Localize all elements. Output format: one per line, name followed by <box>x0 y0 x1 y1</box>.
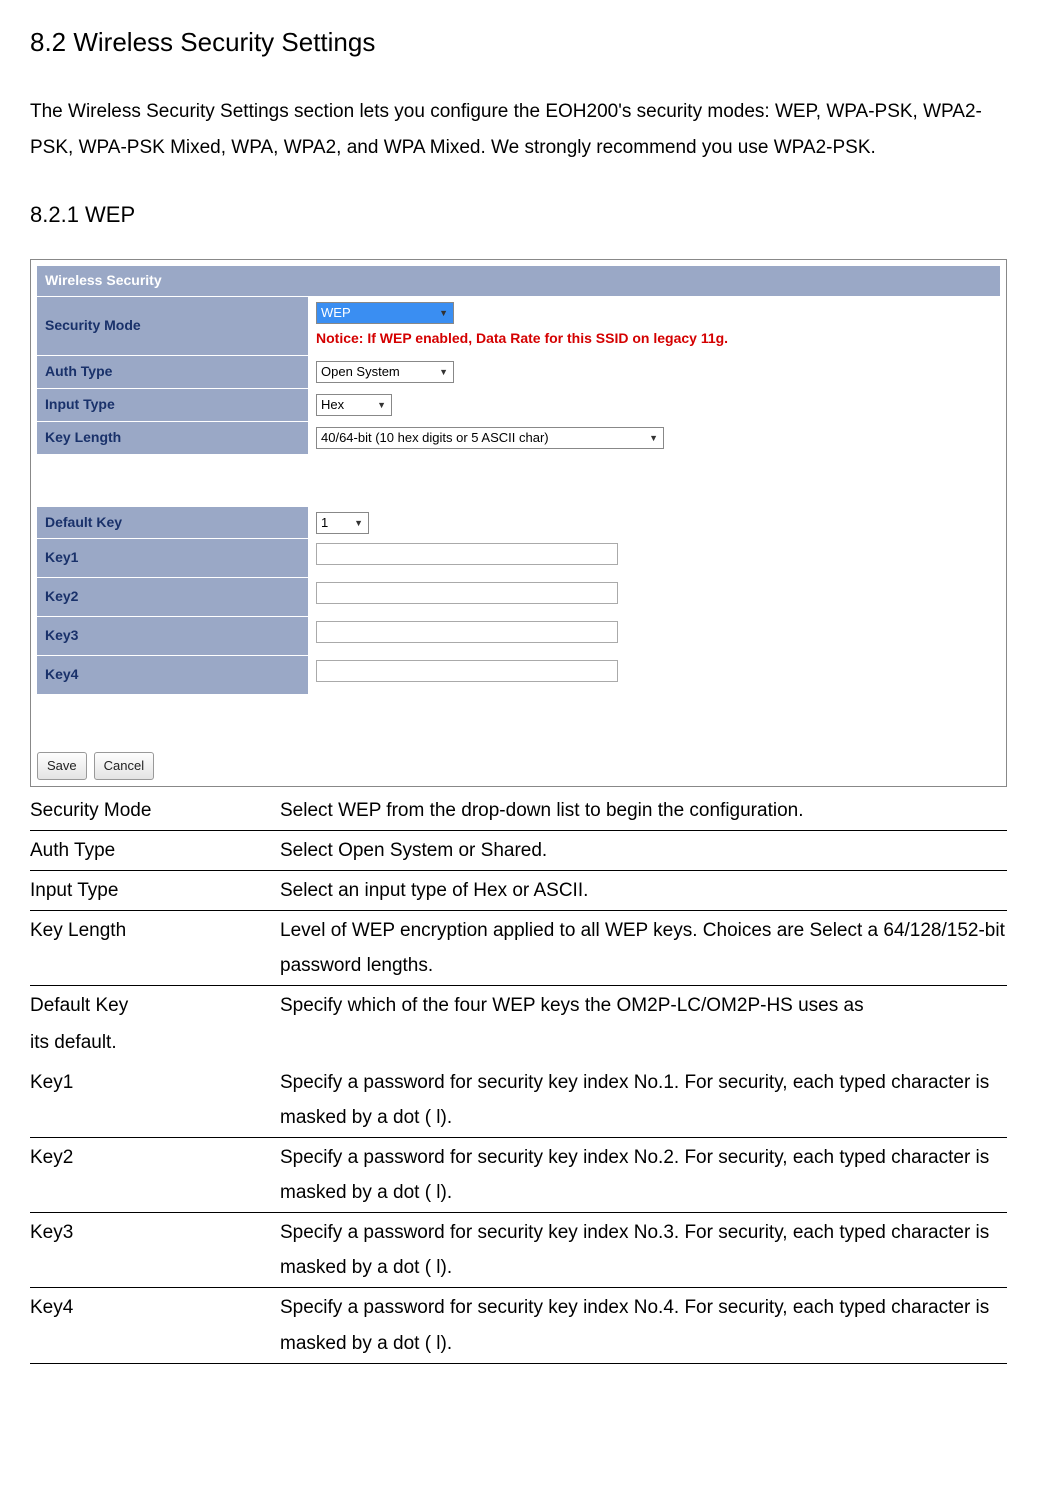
desc-auth-type-term: Auth Type <box>30 830 280 870</box>
input-type-label: Input Type <box>37 388 308 421</box>
panel-header-row: Wireless Security <box>37 266 1000 296</box>
auth-type-select[interactable]: Open System <box>316 361 454 383</box>
key1-label: Key1 <box>37 539 308 578</box>
desc-key1-text: Specify a password for security key inde… <box>280 1063 1007 1138</box>
key1-input[interactable] <box>316 543 618 565</box>
key4-input[interactable] <box>316 660 618 682</box>
key3-label: Key3 <box>37 616 308 655</box>
wep-notice: Notice: If WEP enabled, Data Rate for th… <box>316 327 728 351</box>
default-key-label: Default Key <box>37 507 308 539</box>
key-length-label: Key Length <box>37 421 308 454</box>
desc-key2-text: Specify a password for security key inde… <box>280 1137 1007 1212</box>
desc-auth-type-text: Select Open System or Shared. <box>280 830 1007 870</box>
desc-key3-text: Specify a password for security key inde… <box>280 1213 1007 1288</box>
desc-security-mode-text: Select WEP from the drop-down list to be… <box>280 791 1007 831</box>
section-title: 8.2 Wireless Security Settings <box>30 20 1007 64</box>
desc-input-type-term: Input Type <box>30 870 280 910</box>
desc-key4-term: Key4 <box>30 1288 280 1363</box>
panel-header: Wireless Security <box>37 266 1000 296</box>
subsection-title: 8.2.1 WEP <box>30 196 1007 233</box>
description-table: Security Mode Select WEP from the drop-d… <box>30 791 1007 1026</box>
desc-security-mode-term: Security Mode <box>30 791 280 831</box>
desc-default-key-text: Specify which of the four WEP keys the O… <box>280 986 1007 1026</box>
security-mode-select[interactable]: WEP <box>316 302 454 324</box>
key4-label: Key4 <box>37 655 308 694</box>
key2-label: Key2 <box>37 578 308 617</box>
intro-paragraph: The Wireless Security Settings section l… <box>30 94 1007 166</box>
cancel-button[interactable]: Cancel <box>94 752 154 780</box>
desc-default-key-cont: its default. <box>30 1025 1007 1060</box>
desc-key4-text: Specify a password for security key inde… <box>280 1288 1007 1363</box>
input-type-select[interactable]: Hex <box>316 394 392 416</box>
desc-key1-term: Key1 <box>30 1063 280 1138</box>
key2-input[interactable] <box>316 582 618 604</box>
desc-input-type-text: Select an input type of Hex or ASCII. <box>280 870 1007 910</box>
desc-key2-term: Key2 <box>30 1137 280 1212</box>
security-mode-label: Security Mode <box>37 296 308 356</box>
default-key-select[interactable]: 1 <box>316 512 369 534</box>
save-button[interactable]: Save <box>37 752 87 780</box>
key-length-select[interactable]: 40/64-bit (10 hex digits or 5 ASCII char… <box>316 427 664 449</box>
desc-key-length-text: Level of WEP encryption applied to all W… <box>280 911 1007 986</box>
key3-input[interactable] <box>316 621 618 643</box>
description-table-2: Key1 Specify a password for security key… <box>30 1063 1007 1364</box>
auth-type-label: Auth Type <box>37 356 308 389</box>
config-panel: Wireless Security Security Mode WEP Noti… <box>30 259 1007 787</box>
desc-key3-term: Key3 <box>30 1213 280 1288</box>
desc-key-length-term: Key Length <box>30 911 280 986</box>
desc-default-key-term: Default Key <box>30 986 280 1026</box>
